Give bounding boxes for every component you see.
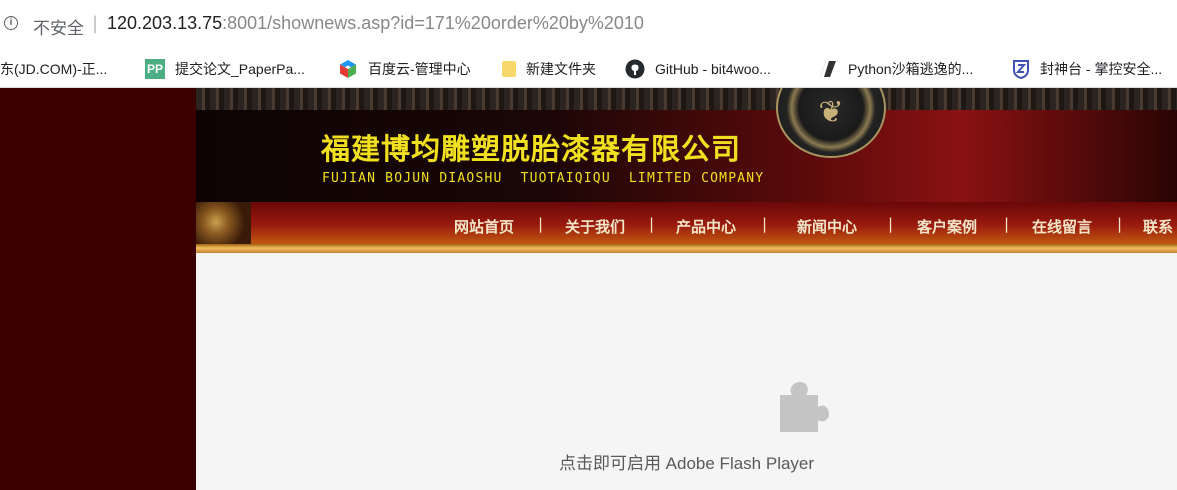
pp-icon: PP: [145, 59, 165, 79]
company-name-cn: 福建博均雕塑脱胎漆器有限公司: [321, 132, 742, 166]
bookmark-python[interactable]: Python沙箱逃逸的...: [818, 59, 973, 79]
bookmark-new-folder[interactable]: 新建文件夹: [502, 59, 596, 79]
banner-pattern-strip: [196, 88, 1177, 110]
cube-icon: [340, 60, 356, 78]
url-path: :8001/shownews.asp?id=171%20order%20by%2…: [222, 13, 644, 33]
github-icon: [625, 59, 645, 79]
nav-separator: |: [1117, 215, 1123, 233]
bookmark-label: 新建文件夹: [526, 61, 596, 77]
nav-message[interactable]: 在线留言: [1032, 216, 1092, 237]
nav-cases[interactable]: 客户案例: [917, 216, 977, 237]
flash-plugin-placeholder[interactable]: 点击即可启用 Adobe Flash Player: [196, 253, 1177, 490]
nav-contact[interactable]: 联系: [1143, 216, 1173, 237]
bookmarks-bar: 东(JD.COM)-正... PP 提交论文_PaperPa... 百度云-管理中…: [0, 50, 1177, 88]
bookmark-jd[interactable]: 东(JD.COM)-正...: [0, 59, 107, 79]
nav-separator: |: [888, 215, 894, 233]
bookmark-label: 提交论文_PaperPa...: [175, 61, 305, 77]
bookmark-label: 封神台 - 掌控安全...: [1040, 61, 1163, 77]
company-name-en: FUJIAN BOJUN DIAOSHU TUOTAIQIQU LIMITED …: [322, 171, 765, 186]
nav-products[interactable]: 产品中心: [676, 216, 736, 237]
bookmark-baiduyun[interactable]: 百度云-管理中心: [338, 59, 471, 79]
bookmark-label: 东(JD.COM)-正...: [0, 61, 108, 77]
python-icon: [820, 61, 836, 77]
puzzle-icon: [780, 382, 829, 432]
nav-news[interactable]: 新闻中心: [797, 216, 857, 237]
nav-separator: |: [649, 215, 655, 233]
bookmark-paperpass[interactable]: PP 提交论文_PaperPa...: [145, 59, 305, 79]
nav-ornament: [196, 202, 251, 244]
left-panel: [0, 88, 196, 490]
url-host: 120.203.13.75: [107, 13, 223, 33]
gold-divider: [196, 244, 1177, 253]
bookmark-label: Python沙箱逃逸的...: [848, 61, 974, 77]
nav-separator: |: [762, 215, 768, 233]
nav-separator: |: [538, 215, 544, 233]
info-icon[interactable]: i: [4, 16, 18, 30]
bookmark-fengshentai[interactable]: 封神台 - 掌控安全...: [1012, 59, 1162, 79]
nav-about[interactable]: 关于我们: [565, 216, 625, 237]
folder-icon: [502, 61, 516, 77]
nav-separator: |: [1004, 215, 1010, 233]
url-text[interactable]: 120.203.13.75:8001/shownews.asp?id=171%2…: [107, 13, 644, 34]
shield-icon: [1013, 60, 1029, 79]
bookmark-github[interactable]: GitHub - bit4woo...: [625, 59, 771, 79]
site-banner: ❦ 福建博均雕塑脱胎漆器有限公司 FUJIAN BOJUN DIAOSHU TU…: [196, 88, 1177, 253]
nav-home[interactable]: 网站首页: [454, 216, 514, 237]
bookmark-label: GitHub - bit4woo...: [655, 61, 771, 77]
crest-ornament: ❦: [818, 95, 844, 130]
bookmark-label: 百度云-管理中心: [368, 61, 471, 77]
page-content: ❦ 福建博均雕塑脱胎漆器有限公司 FUJIAN BOJUN DIAOSHU TU…: [0, 88, 1177, 490]
main-nav: 网站首页 | 关于我们 | 产品中心 | 新闻中心 | 客户案例 | 在线留言 …: [196, 202, 1177, 244]
security-label[interactable]: 不安全: [33, 14, 84, 39]
enable-flash-message[interactable]: 点击即可启用 Adobe Flash Player: [196, 449, 1177, 474]
address-separator: |: [92, 13, 99, 34]
address-bar[interactable]: i 不安全 | 120.203.13.75:8001/shownews.asp?…: [0, 0, 1177, 50]
